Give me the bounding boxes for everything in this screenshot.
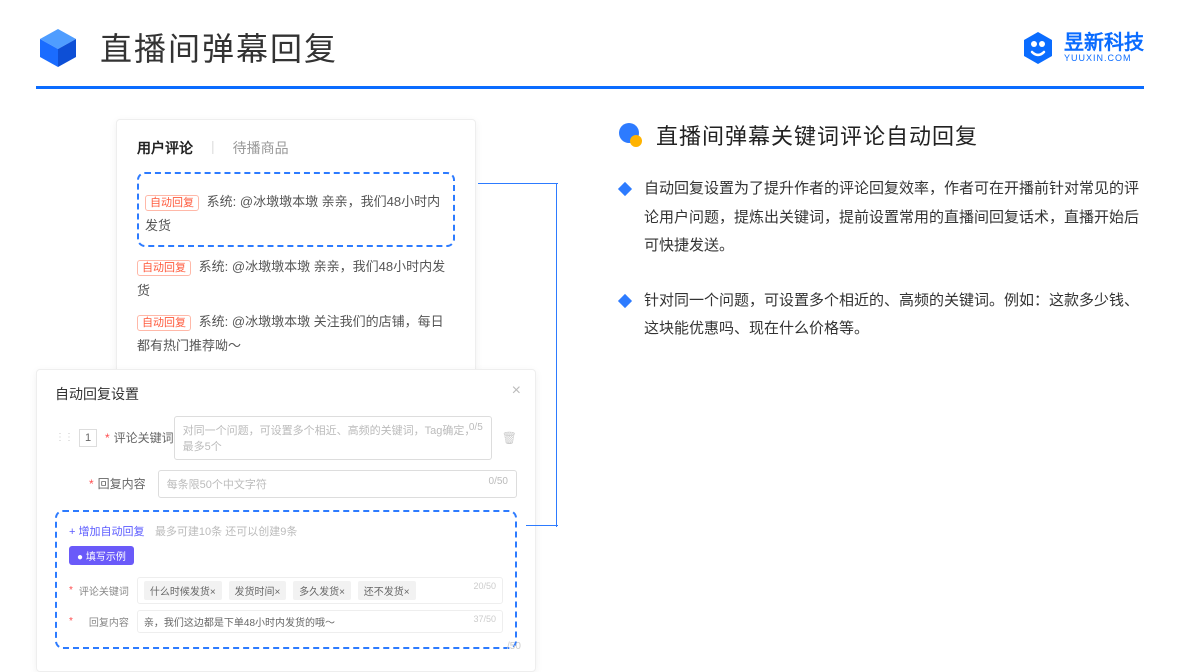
counter: 37/50 <box>473 614 496 624</box>
page-title: 直播间弹幕回复 <box>100 24 338 70</box>
example-reply-row: * 回复内容 亲，我们这边都是下单48小时内发货的哦～ 37/50 <box>69 610 503 633</box>
close-icon[interactable]: × <box>512 382 521 400</box>
brand-logo: 昱新科技 YUUXIN.COM <box>1020 30 1144 66</box>
ex-kw-label: 评论关键词 <box>75 583 129 598</box>
sys-label: 系统: <box>199 259 229 274</box>
bullet-item: 自动回复设置为了提升作者的评论回复效率，作者可在开播前针对常见的评论用户问题，提… <box>616 175 1144 261</box>
placeholder-text: 每条限50个中文字符 <box>167 479 267 491</box>
sys-label: 系统: <box>199 314 229 329</box>
reply-input[interactable]: 每条限50个中文字符 0/50 <box>158 470 517 498</box>
diamond-icon <box>618 182 632 196</box>
connector-line <box>526 525 558 526</box>
settings-title: 自动回复设置 <box>55 384 517 404</box>
delete-icon[interactable]: 🗑 <box>502 431 517 445</box>
stray-counter: /50 <box>507 641 517 651</box>
chip[interactable]: 什么时候发货× <box>144 581 222 600</box>
auto-reply-tag: 自动回复 <box>137 260 191 276</box>
required-star: * <box>69 585 73 596</box>
brand-sub: YUUXIN.COM <box>1064 53 1144 63</box>
ex-kw-input[interactable]: 什么时候发货× 发货时间× 多久发货× 还不发货× 20/50 <box>137 577 503 604</box>
auto-reply-tag: 自动回复 <box>137 315 191 331</box>
section-header: 直播间弹幕关键词评论自动回复 <box>616 119 1144 151</box>
cube-logo-icon <box>36 25 80 69</box>
comment-row: 自动回复 系统: @冰墩墩本墩 亲亲，我们48小时内发货 <box>145 190 447 237</box>
required-star: * <box>69 616 73 627</box>
example-keyword-row: * 评论关键词 什么时候发货× 发货时间× 多久发货× 还不发货× 20/50 <box>69 577 503 604</box>
keyword-row: ⋮⋮ 1 * 评论关键词 对同一个问题，可设置多个相近、高频的关键词，Tag确定… <box>55 416 517 460</box>
chip[interactable]: 多久发货× <box>293 581 351 600</box>
ex-reply-value: 亲，我们这边都是下单48小时内发货的哦～ <box>144 618 335 629</box>
sys-label: 系统: <box>207 194 237 209</box>
bullet-item: 针对同一个问题，可设置多个相近的、高频的关键词。例如：这款多少钱、这块能优惠吗、… <box>616 287 1144 344</box>
placeholder-text: 对同一个问题，可设置多个相近、高频的关键词，Tag确定，最多5个 <box>183 425 476 453</box>
comments-panel: 用户评论 | 待播商品 自动回复 系统: @冰墩墩本墩 亲亲，我们48小时内发货… <box>116 119 476 383</box>
tabs: 用户评论 | 待播商品 <box>137 138 455 158</box>
reply-label: 回复内容 <box>98 475 158 492</box>
ex-reply-label: 回复内容 <box>75 614 129 629</box>
keyword-input[interactable]: 对同一个问题，可设置多个相近、高频的关键词，Tag确定，最多5个 0/5 <box>174 416 492 460</box>
tab-products[interactable]: 待播商品 <box>233 138 289 158</box>
counter: 0/5 <box>469 422 483 433</box>
brand-icon <box>1020 30 1056 66</box>
required-star: * <box>89 477 94 491</box>
tab-comments[interactable]: 用户评论 <box>137 138 193 158</box>
counter: 20/50 <box>473 581 496 591</box>
connector-line <box>478 183 558 184</box>
bullet-text: 针对同一个问题，可设置多个相近的、高频的关键词。例如：这款多少钱、这块能优惠吗、… <box>644 287 1144 344</box>
settings-panel: 自动回复设置 × ⋮⋮ 1 * 评论关键词 对同一个问题，可设置多个相近、高频的… <box>36 369 536 672</box>
drag-handle-icon[interactable]: ⋮⋮ <box>55 432 73 443</box>
tab-divider: | <box>211 138 215 158</box>
ex-reply-input[interactable]: 亲，我们这边都是下单48小时内发货的哦～ 37/50 <box>137 610 503 633</box>
auto-reply-tag: 自动回复 <box>145 195 199 211</box>
example-badge: ● 填写示例 <box>69 546 134 565</box>
diamond-icon <box>618 293 632 307</box>
chat-bubble-icon <box>616 121 644 149</box>
add-auto-reply-link[interactable]: + 增加自动回复 <box>69 526 144 538</box>
counter: 0/50 <box>489 476 508 487</box>
required-star: * <box>105 431 110 445</box>
add-hint: 最多可建10条 还可以创建9条 <box>155 526 297 538</box>
keyword-label: 评论关键词 <box>114 429 174 446</box>
reply-row: * 回复内容 每条限50个中文字符 0/50 <box>55 470 517 498</box>
comment-row: 自动回复 系统: @冰墩墩本墩 亲亲，我们48小时内发货 <box>137 255 455 302</box>
chip[interactable]: 发货时间× <box>229 581 287 600</box>
section-title: 直播间弹幕关键词评论自动回复 <box>656 119 978 151</box>
example-panel: + 增加自动回复 最多可建10条 还可以创建9条 ● 填写示例 * 评论关键词 … <box>55 510 517 649</box>
chip[interactable]: 还不发货× <box>358 581 416 600</box>
index-badge: 1 <box>79 429 97 447</box>
highlighted-comment: 自动回复 系统: @冰墩墩本墩 亲亲，我们48小时内发货 <box>137 172 455 247</box>
bullet-text: 自动回复设置为了提升作者的评论回复效率，作者可在开播前针对常见的评论用户问题，提… <box>644 175 1144 261</box>
brand-name: 昱新科技 <box>1064 33 1144 53</box>
comment-row: 自动回复 系统: @冰墩墩本墩 关注我们的店铺，每日都有热门推荐呦～ <box>137 310 455 357</box>
connector-line <box>556 183 557 527</box>
